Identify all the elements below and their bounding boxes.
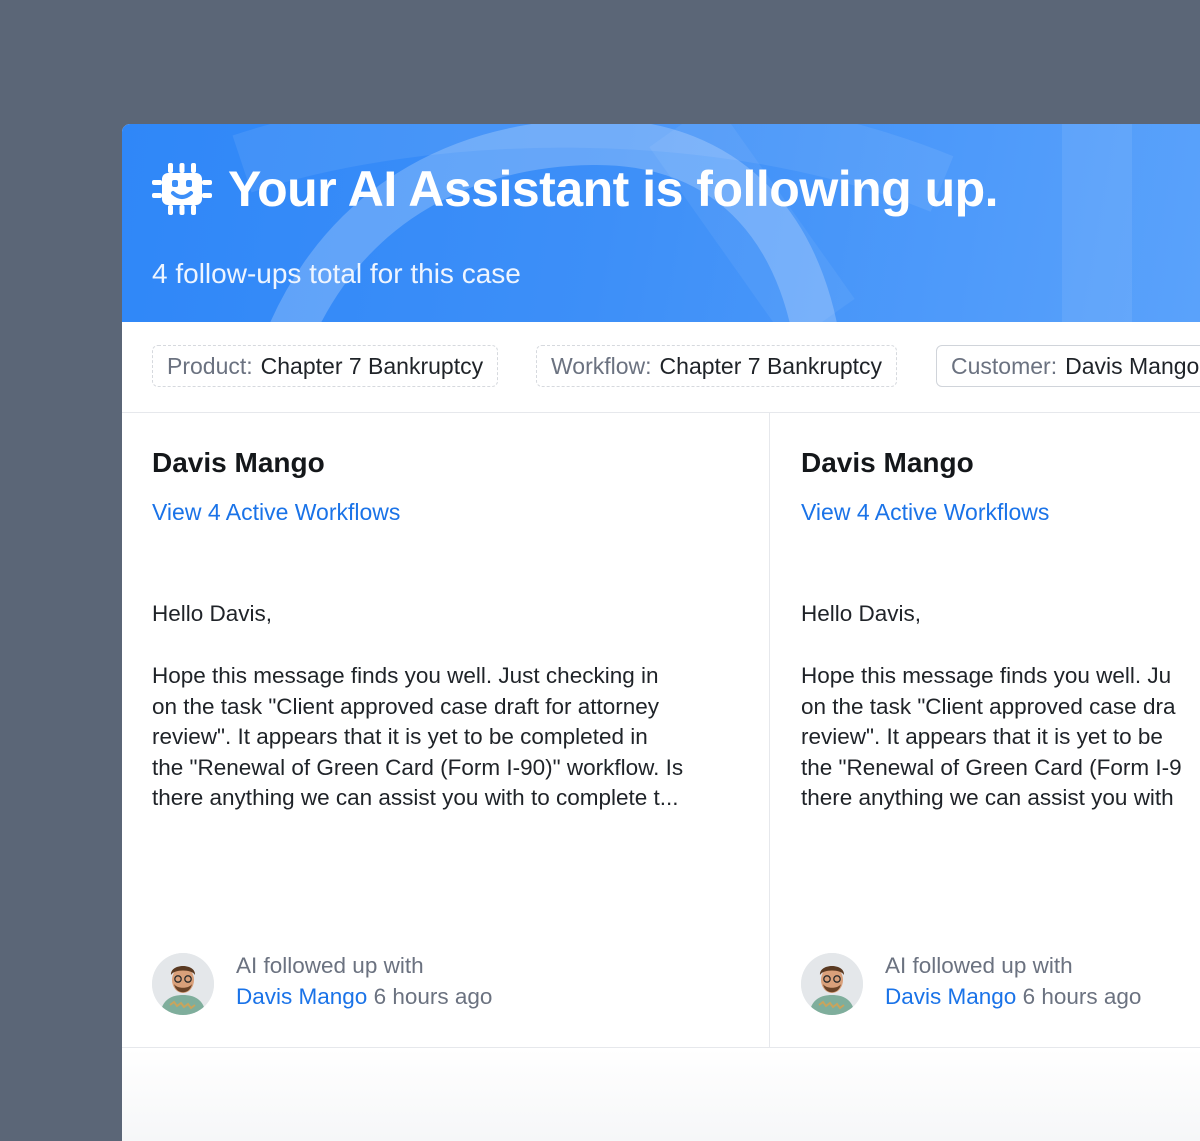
customer-name: Davis Mango xyxy=(801,447,974,478)
followup-card[interactable]: Davis Mango View 4 Active Workflows Hell… xyxy=(770,413,1200,1047)
followup-cards: Davis Mango View 4 Active Workflows Hell… xyxy=(122,413,1200,1048)
followup-detail: Davis Mango 6 hours ago xyxy=(236,984,492,1010)
panel-bottom xyxy=(122,1048,1200,1141)
followup-label: AI followed up with xyxy=(236,953,424,978)
message-line: there anything we can assist you with xyxy=(801,785,1174,810)
view-workflows-link[interactable]: View 4 Active Workflows xyxy=(152,499,400,526)
followup-footer: AI followed up with Davis Mango 6 hours … xyxy=(152,951,792,1015)
message-line: Hope this message finds you well. Ju xyxy=(801,663,1172,688)
customer-link[interactable]: Davis Mango xyxy=(236,984,367,1009)
message-greeting: Hello Davis, xyxy=(152,601,273,626)
tag-workflow-value: Chapter 7 Bankruptcy xyxy=(659,352,882,379)
message-line: Hope this message finds you well. Just c… xyxy=(152,663,659,688)
customer-link[interactable]: Davis Mango xyxy=(885,984,1016,1009)
tag-customer-key: Customer: xyxy=(951,352,1058,379)
message-body: Hope this message finds you well. Just c… xyxy=(152,661,732,814)
followup-count: 4 follow-ups total for this case xyxy=(152,258,521,289)
message-line: on the task "Client approved case draft … xyxy=(152,693,660,719)
tag-customer[interactable]: Customer: Davis Mango xyxy=(936,345,1200,387)
avatar-portrait xyxy=(801,953,863,1015)
message-line: the "Renewal of Green Card (Form I-90)" … xyxy=(152,754,684,780)
avatar[interactable] xyxy=(801,953,863,1015)
followup-card[interactable]: Davis Mango View 4 Active Workflows Hell… xyxy=(122,413,770,1047)
followup-time: 6 hours ago xyxy=(1022,984,1142,1009)
message-body: Hope this message finds you well. Ju on … xyxy=(801,661,1200,814)
customer-name: Davis Mango xyxy=(152,447,325,478)
hero-title-row: Your AI Assistant is following up. xyxy=(152,154,999,224)
message-line: on the task "Client approved case dra xyxy=(801,693,1176,719)
message-greeting: Hello Davis, xyxy=(801,601,922,626)
avatar[interactable] xyxy=(152,953,214,1015)
followup-label: AI followed up with xyxy=(885,953,1073,978)
page-title: Your AI Assistant is following up. xyxy=(228,161,999,217)
message-line: review". It appears that it is yet to be xyxy=(801,724,1163,749)
followup-footer: AI followed up with Davis Mango 6 hours … xyxy=(801,951,1200,1015)
avatar-portrait xyxy=(152,953,214,1015)
filter-tag-bar: Product: Chapter 7 Bankruptcy Workflow: … xyxy=(122,322,1200,413)
followup-time: 6 hours ago xyxy=(373,984,493,1009)
followup-panel: Your AI Assistant is following up. 4 fol… xyxy=(122,124,1200,1141)
tag-product[interactable]: Product: Chapter 7 Bankruptcy xyxy=(152,345,499,387)
message-line: there anything we can assist you with to… xyxy=(152,785,679,810)
tag-workflow-key: Workflow: xyxy=(551,352,652,379)
view-workflows-link[interactable]: View 4 Active Workflows xyxy=(801,499,1049,526)
followup-detail: Davis Mango 6 hours ago xyxy=(885,984,1141,1010)
robot-chip-icon xyxy=(152,163,212,215)
tag-workflow[interactable]: Workflow: Chapter 7 Bankruptcy xyxy=(536,345,897,387)
tag-product-key: Product: xyxy=(167,352,253,379)
hero-banner: Your AI Assistant is following up. 4 fol… xyxy=(122,124,1200,322)
message-line: the "Renewal of Green Card (Form I-9 xyxy=(801,754,1182,780)
message-line: review". It appears that it is yet to be… xyxy=(152,724,648,749)
tag-customer-value: Davis Mango xyxy=(1065,352,1200,379)
tag-product-value: Chapter 7 Bankruptcy xyxy=(260,352,484,379)
